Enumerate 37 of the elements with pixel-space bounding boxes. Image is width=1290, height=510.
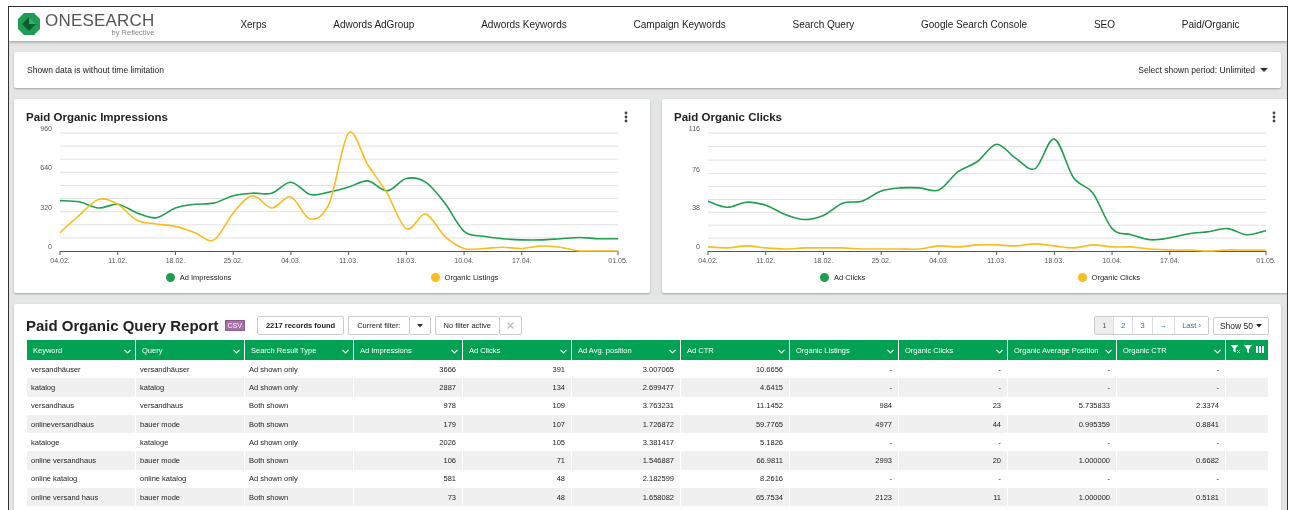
more-options-icon[interactable] — [624, 111, 628, 123]
nav-link[interactable]: Adwords AdGroup — [333, 18, 415, 30]
caret-icon — [416, 323, 423, 328]
page-size-dropdown[interactable]: Show 50 — [1212, 316, 1269, 335]
chevron-icon — [233, 348, 240, 354]
chevron-icon — [996, 348, 1003, 354]
chevron-icon — [451, 348, 458, 354]
report-title: Paid Organic Query Report — [26, 317, 219, 334]
chevron-icon — [1105, 348, 1112, 354]
chevron-icon — [342, 348, 349, 354]
chevron-icon — [778, 348, 785, 354]
chevron-icon — [1214, 348, 1221, 354]
nav-link[interactable]: Paid/Organic — [1181, 18, 1240, 30]
nav-link[interactable]: Adwords Keywords — [481, 18, 567, 30]
nav-link[interactable]: Search Query — [792, 18, 855, 30]
chart-title: Paid Organic Impressions — [26, 111, 168, 123]
nav-link[interactable]: Campaign Keywords — [633, 18, 726, 30]
columns-icon[interactable] — [1256, 346, 1265, 353]
caret-icon — [1256, 323, 1262, 328]
chevron-icon — [669, 348, 676, 354]
nav-link[interactable]: SEO — [1093, 18, 1116, 30]
logo-icon — [17, 12, 41, 36]
chevron-icon — [560, 348, 567, 354]
nav-link[interactable]: Xerps — [240, 18, 267, 30]
more-options-icon[interactable] — [1272, 111, 1276, 123]
chevron-icon — [124, 348, 131, 354]
filter-dropdown-button[interactable] — [408, 316, 431, 335]
filter-icon[interactable] — [1244, 345, 1253, 353]
brand-name[interactable]: ONESEARCH — [45, 11, 155, 29]
chart-title: Paid Organic Clicks — [674, 111, 782, 123]
period-dropdown[interactable]: Select shown period: Unlimited — [1138, 65, 1268, 75]
clear-filter-icon[interactable] — [1231, 345, 1240, 353]
chevron-icon — [887, 348, 894, 354]
caret-icon — [1260, 67, 1268, 73]
info-text: Shown data is without time limitation — [27, 65, 164, 75]
close-icon — [507, 322, 515, 329]
nav-link[interactable]: Google Search Console — [921, 18, 1028, 30]
